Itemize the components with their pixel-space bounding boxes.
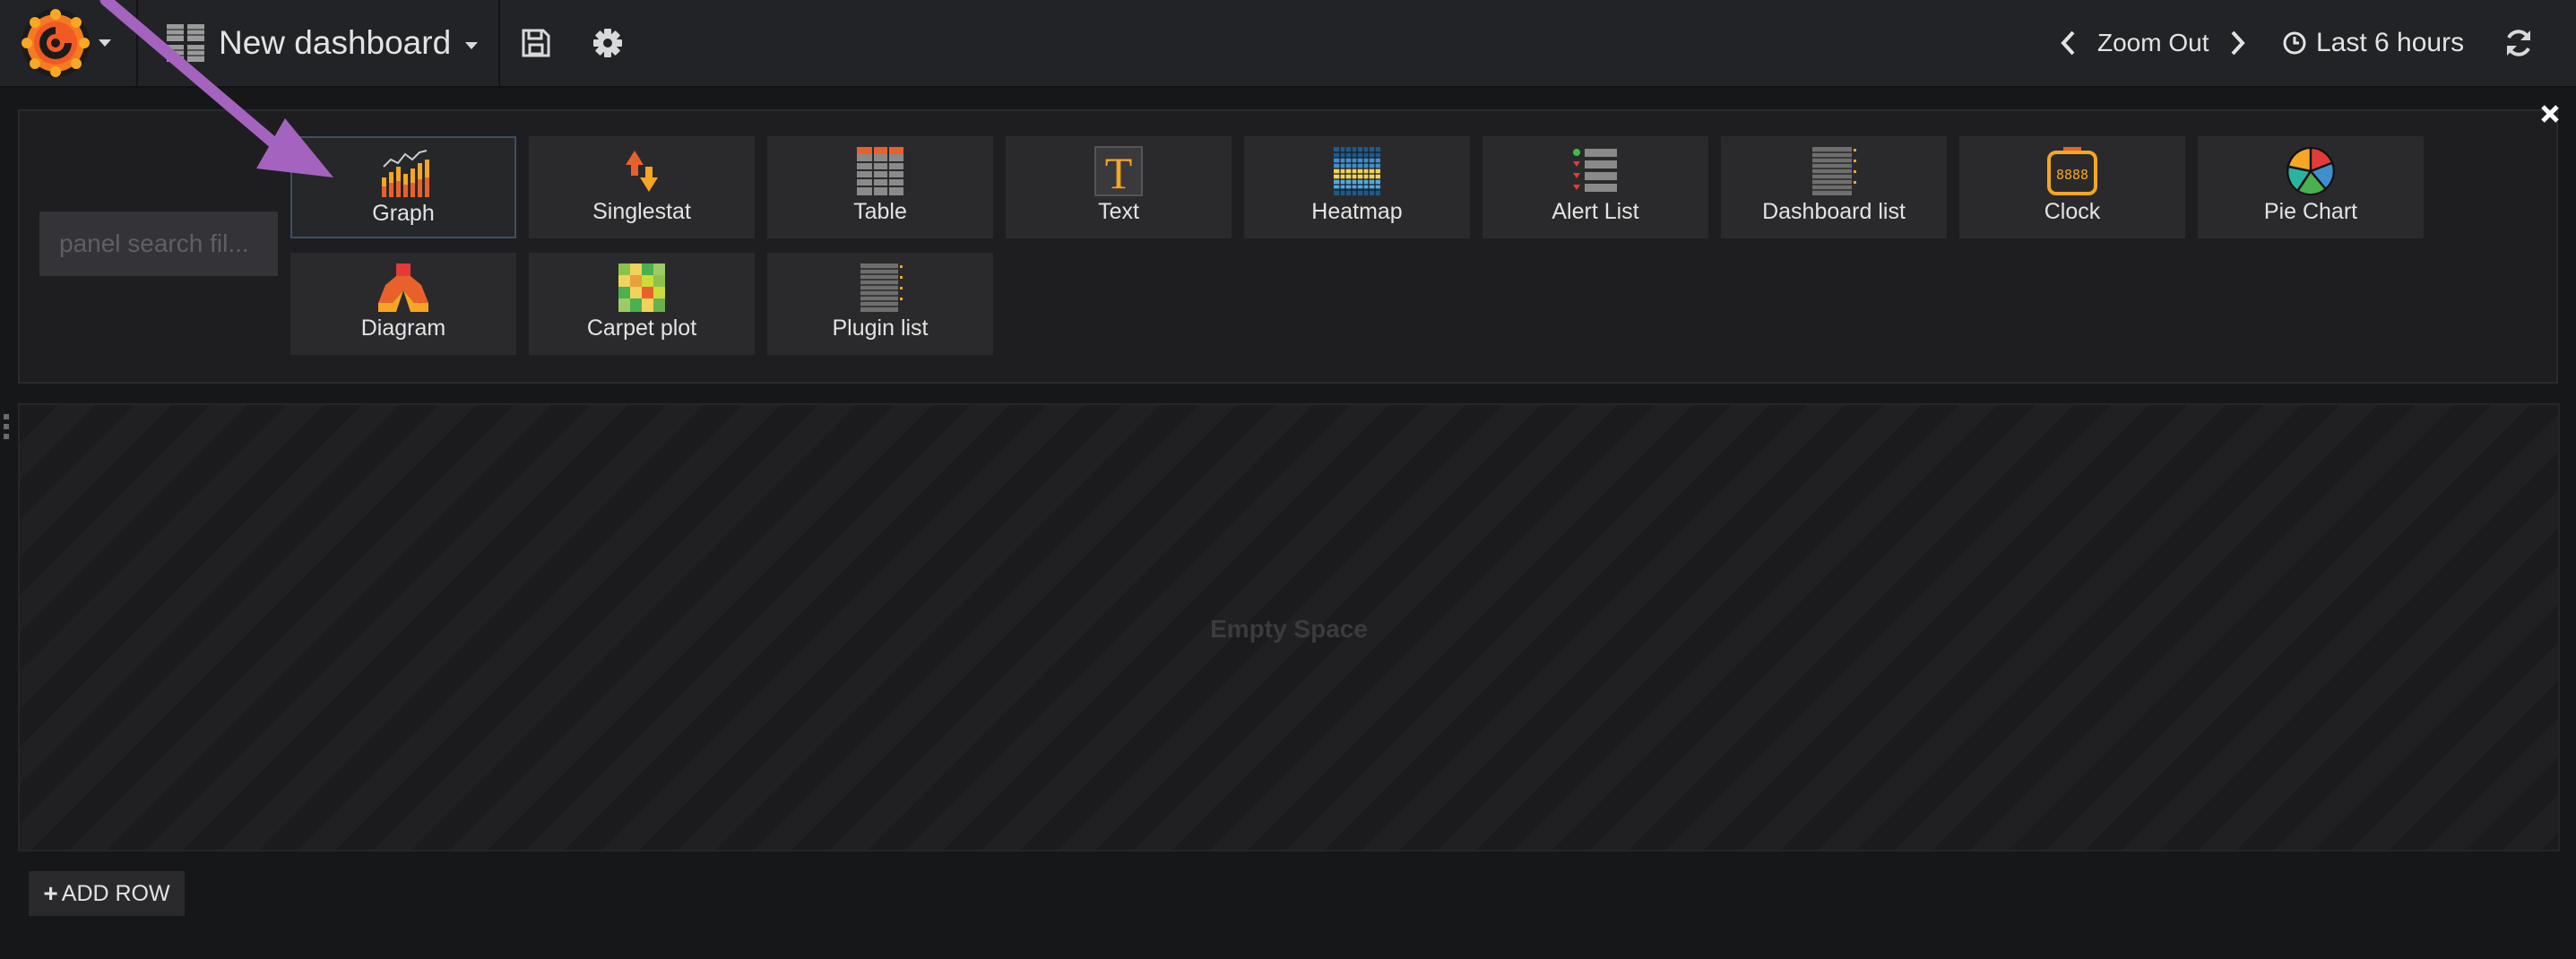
panel-tile-label: Diagram — [360, 315, 446, 341]
diagram-panel-icon — [378, 264, 428, 312]
carpet-plot-panel-icon — [618, 264, 665, 312]
nav-divider — [498, 0, 500, 86]
panel-tile-heatmap[interactable]: Heatmap — [1244, 136, 1470, 238]
row-drag-handle-icon[interactable] — [4, 414, 11, 441]
gear-icon[interactable] — [590, 25, 626, 61]
grafana-menu-button[interactable] — [20, 7, 127, 79]
heatmap-panel-icon — [1334, 147, 1380, 195]
panel-tile-carpet-plot[interactable]: Carpet plot — [529, 253, 755, 355]
panel-tile-label: Singlestat — [592, 199, 691, 224]
panel-tile-label: Heatmap — [1311, 199, 1403, 224]
panel-tile-pie-chart[interactable]: Pie Chart — [2198, 136, 2424, 238]
panel-tile-label: Alert List — [1552, 199, 1639, 224]
dashboard-grid-icon — [167, 24, 204, 62]
add-row-label: ADD ROW — [61, 880, 170, 906]
plugin-list-panel-icon — [860, 264, 903, 312]
grafana-logo-icon — [22, 9, 90, 77]
time-range-label: Last 6 hours — [2316, 28, 2465, 57]
panel-tile-label: Clock — [2044, 199, 2101, 224]
svg-text:T: T — [1105, 148, 1133, 197]
dashboard-title: New dashboard — [219, 24, 452, 61]
time-picker-button[interactable]: Last 6 hours — [2282, 22, 2464, 65]
panel-tile-table[interactable]: Table — [767, 136, 993, 238]
nav-divider — [136, 0, 138, 86]
add-row-button[interactable]: + ADD ROW — [29, 871, 185, 916]
panel-tile-singlestat[interactable]: Singlestat — [529, 136, 755, 238]
panel-tile-graph[interactable]: Graph — [290, 136, 516, 238]
graph-panel-icon — [382, 150, 429, 197]
alert-list-panel-icon — [1573, 149, 1617, 192]
dashboard-list-panel-icon — [1812, 147, 1856, 195]
panel-tile-clock[interactable]: 8888 Clock — [1959, 136, 2185, 238]
plus-icon: + — [43, 879, 58, 907]
close-icon[interactable] — [2537, 100, 2563, 127]
panel-tile-alert-list[interactable]: Alert List — [1482, 136, 1708, 238]
panel-tile-dashboard-list[interactable]: Dashboard list — [1721, 136, 1947, 238]
chevron-left-icon[interactable] — [2058, 29, 2078, 57]
panel-tile-text[interactable]: T Text — [1006, 136, 1232, 238]
zoom-controls: Zoom Out — [2058, 22, 2248, 65]
panel-tile-label: Table — [853, 199, 907, 224]
empty-space-label: Empty Space — [1210, 615, 1368, 643]
panel-tile-label: Plugin list — [832, 315, 929, 341]
save-icon[interactable] — [518, 25, 554, 61]
panel-tile-label: Carpet plot — [586, 315, 697, 341]
panel-search-input[interactable] — [39, 212, 278, 276]
panel-tile-label: Graph — [372, 201, 435, 226]
text-panel-icon: T — [1094, 146, 1143, 197]
panel-tile-label: Text — [1098, 199, 1139, 224]
table-panel-icon — [857, 147, 903, 195]
empty-row-dropzone[interactable]: Empty Space — [18, 403, 2560, 851]
top-navbar: New dashboard Zoom Out Last 6 hours — [0, 0, 2576, 88]
panel-tile-label: Pie Chart — [2263, 199, 2358, 224]
pie-chart-panel-icon — [2286, 147, 2335, 195]
refresh-icon[interactable] — [2501, 25, 2537, 61]
clock-icon — [2283, 31, 2306, 55]
chevron-down-icon — [465, 42, 479, 49]
chevron-right-icon[interactable] — [2228, 29, 2248, 57]
svg-text:8888: 8888 — [2056, 167, 2088, 183]
zoom-out-button[interactable]: Zoom Out — [2097, 29, 2209, 57]
menu-caret-icon — [99, 39, 111, 47]
clock-panel-icon: 8888 — [2047, 147, 2097, 195]
dashboard-picker[interactable]: New dashboard — [167, 16, 479, 70]
panel-tile-label: Dashboard list — [1762, 199, 1906, 224]
singlestat-panel-icon — [626, 151, 658, 192]
panel-tile-diagram[interactable]: Diagram — [290, 253, 516, 355]
panel-tile-plugin-list[interactable]: Plugin list — [767, 253, 993, 355]
